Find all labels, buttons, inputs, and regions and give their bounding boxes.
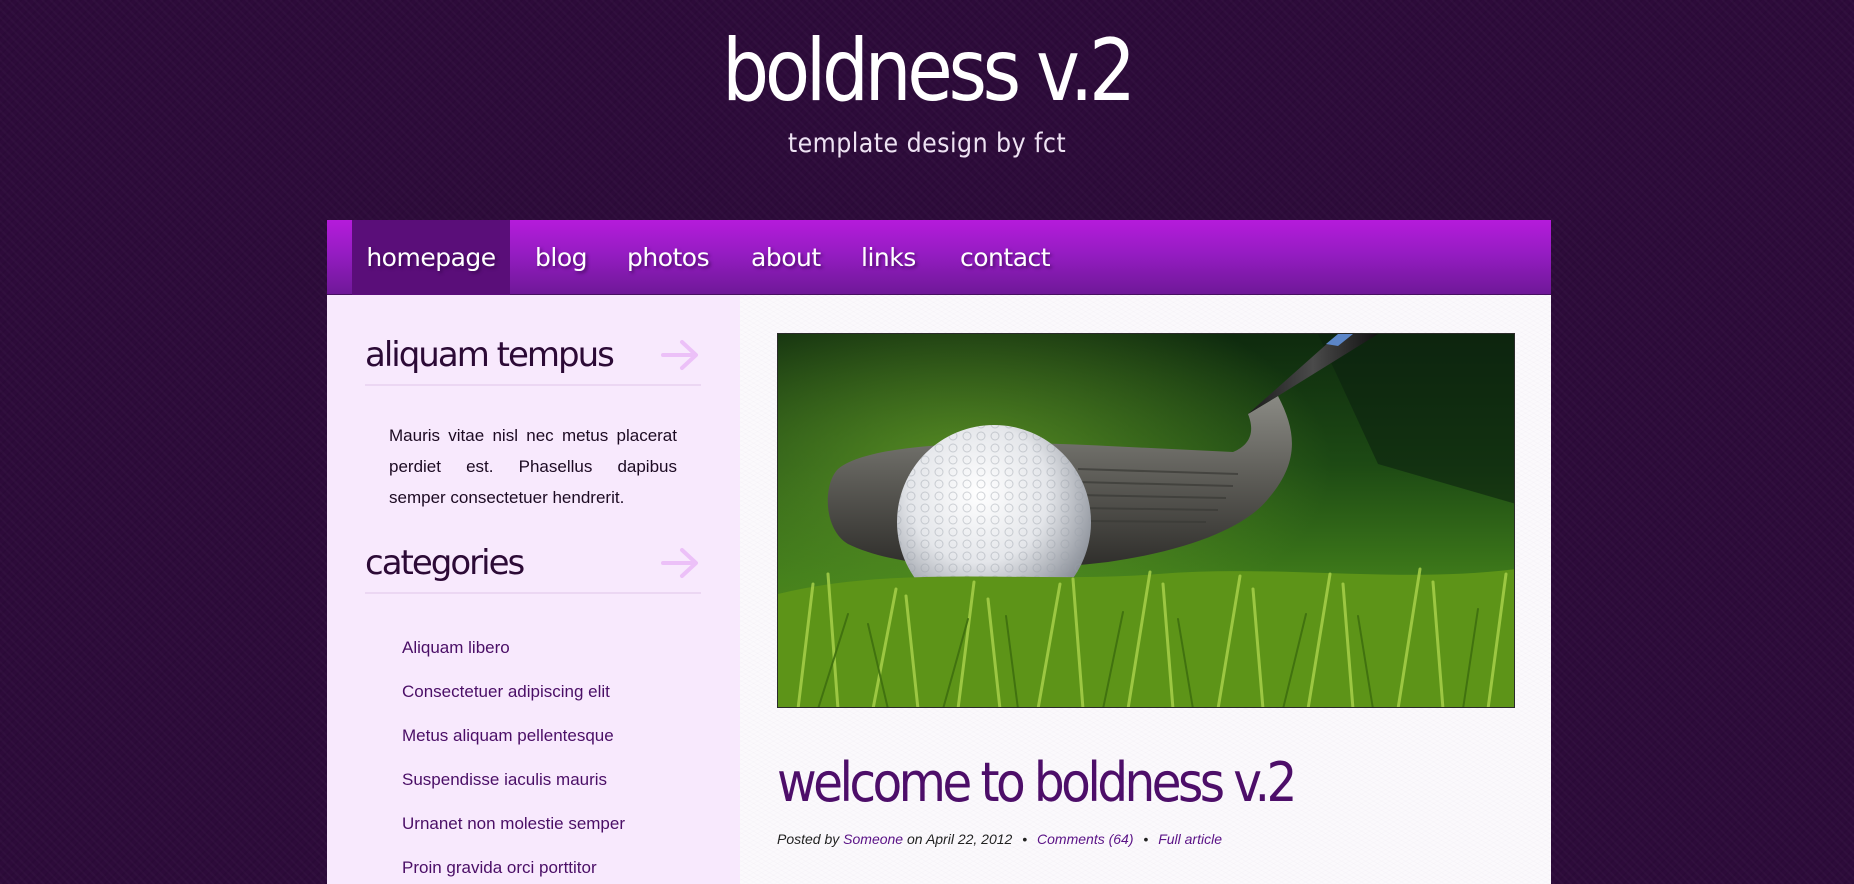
category-link[interactable]: Aliquam libero [402, 633, 625, 677]
arrow-right-icon [661, 340, 698, 370]
comments-link[interactable]: Comments (64) [1037, 831, 1133, 847]
golf-ball-photo [777, 333, 1515, 708]
category-link[interactable]: Suspendisse iaculis mauris [402, 765, 625, 809]
author-link[interactable]: Someone [843, 831, 903, 847]
category-link[interactable]: Urnanet non molestie semper [402, 809, 625, 853]
category-link[interactable]: Proin gravida orci porttitor [402, 853, 625, 884]
nav-item-blog[interactable]: blog [535, 220, 587, 295]
nav-item-about[interactable]: about [751, 220, 821, 295]
posted-by-label: Posted by [777, 831, 840, 847]
site-tagline: template design by fct [787, 128, 1067, 159]
full-article-link[interactable]: Full article [1158, 831, 1222, 847]
main-nav: homepage blog photos about links contact [327, 220, 1551, 295]
post-date: April 22, 2012 [925, 831, 1013, 847]
post-meta: Posted by Someone on April 22, 2012 • Co… [777, 831, 1222, 847]
category-link[interactable]: Metus aliquam pellentesque [402, 721, 625, 765]
nav-item-homepage[interactable]: homepage [352, 220, 510, 295]
on-label: on [906, 831, 923, 847]
sidebar-heading-aliquam-tempus: aliquam tempus [365, 333, 701, 386]
nav-item-links[interactable]: links [861, 220, 916, 295]
sidebar-paragraph: Mauris vitae nisl nec metus placerat per… [389, 426, 677, 507]
nav-item-contact[interactable]: contact [960, 220, 1051, 295]
sidebar-heading-text: categories [365, 543, 525, 583]
sidebar-heading-categories: categories [365, 541, 701, 594]
page-wrapper: homepage blog photos about links contact… [327, 220, 1551, 884]
meta-separator: • [1022, 831, 1028, 847]
sidebar-heading-text: aliquam tempus [365, 335, 615, 375]
nav-item-photos[interactable]: photos [627, 220, 710, 295]
site-title: boldness v.2 [722, 21, 1136, 121]
category-link[interactable]: Consectetuer adipiscing elit [402, 677, 625, 721]
category-list: Aliquam libero Consectetuer adipiscing e… [402, 633, 625, 884]
meta-separator: • [1143, 831, 1149, 847]
site-header: boldness v.2 template design by fct [0, 0, 1854, 220]
main-content: welcome to boldness v.2 Posted by Someon… [740, 295, 1551, 884]
sidebar: aliquam tempus Mauris vitae nisl nec met… [327, 295, 740, 884]
post-title[interactable]: welcome to boldness v.2 [777, 753, 1297, 813]
arrow-right-icon [661, 548, 698, 578]
